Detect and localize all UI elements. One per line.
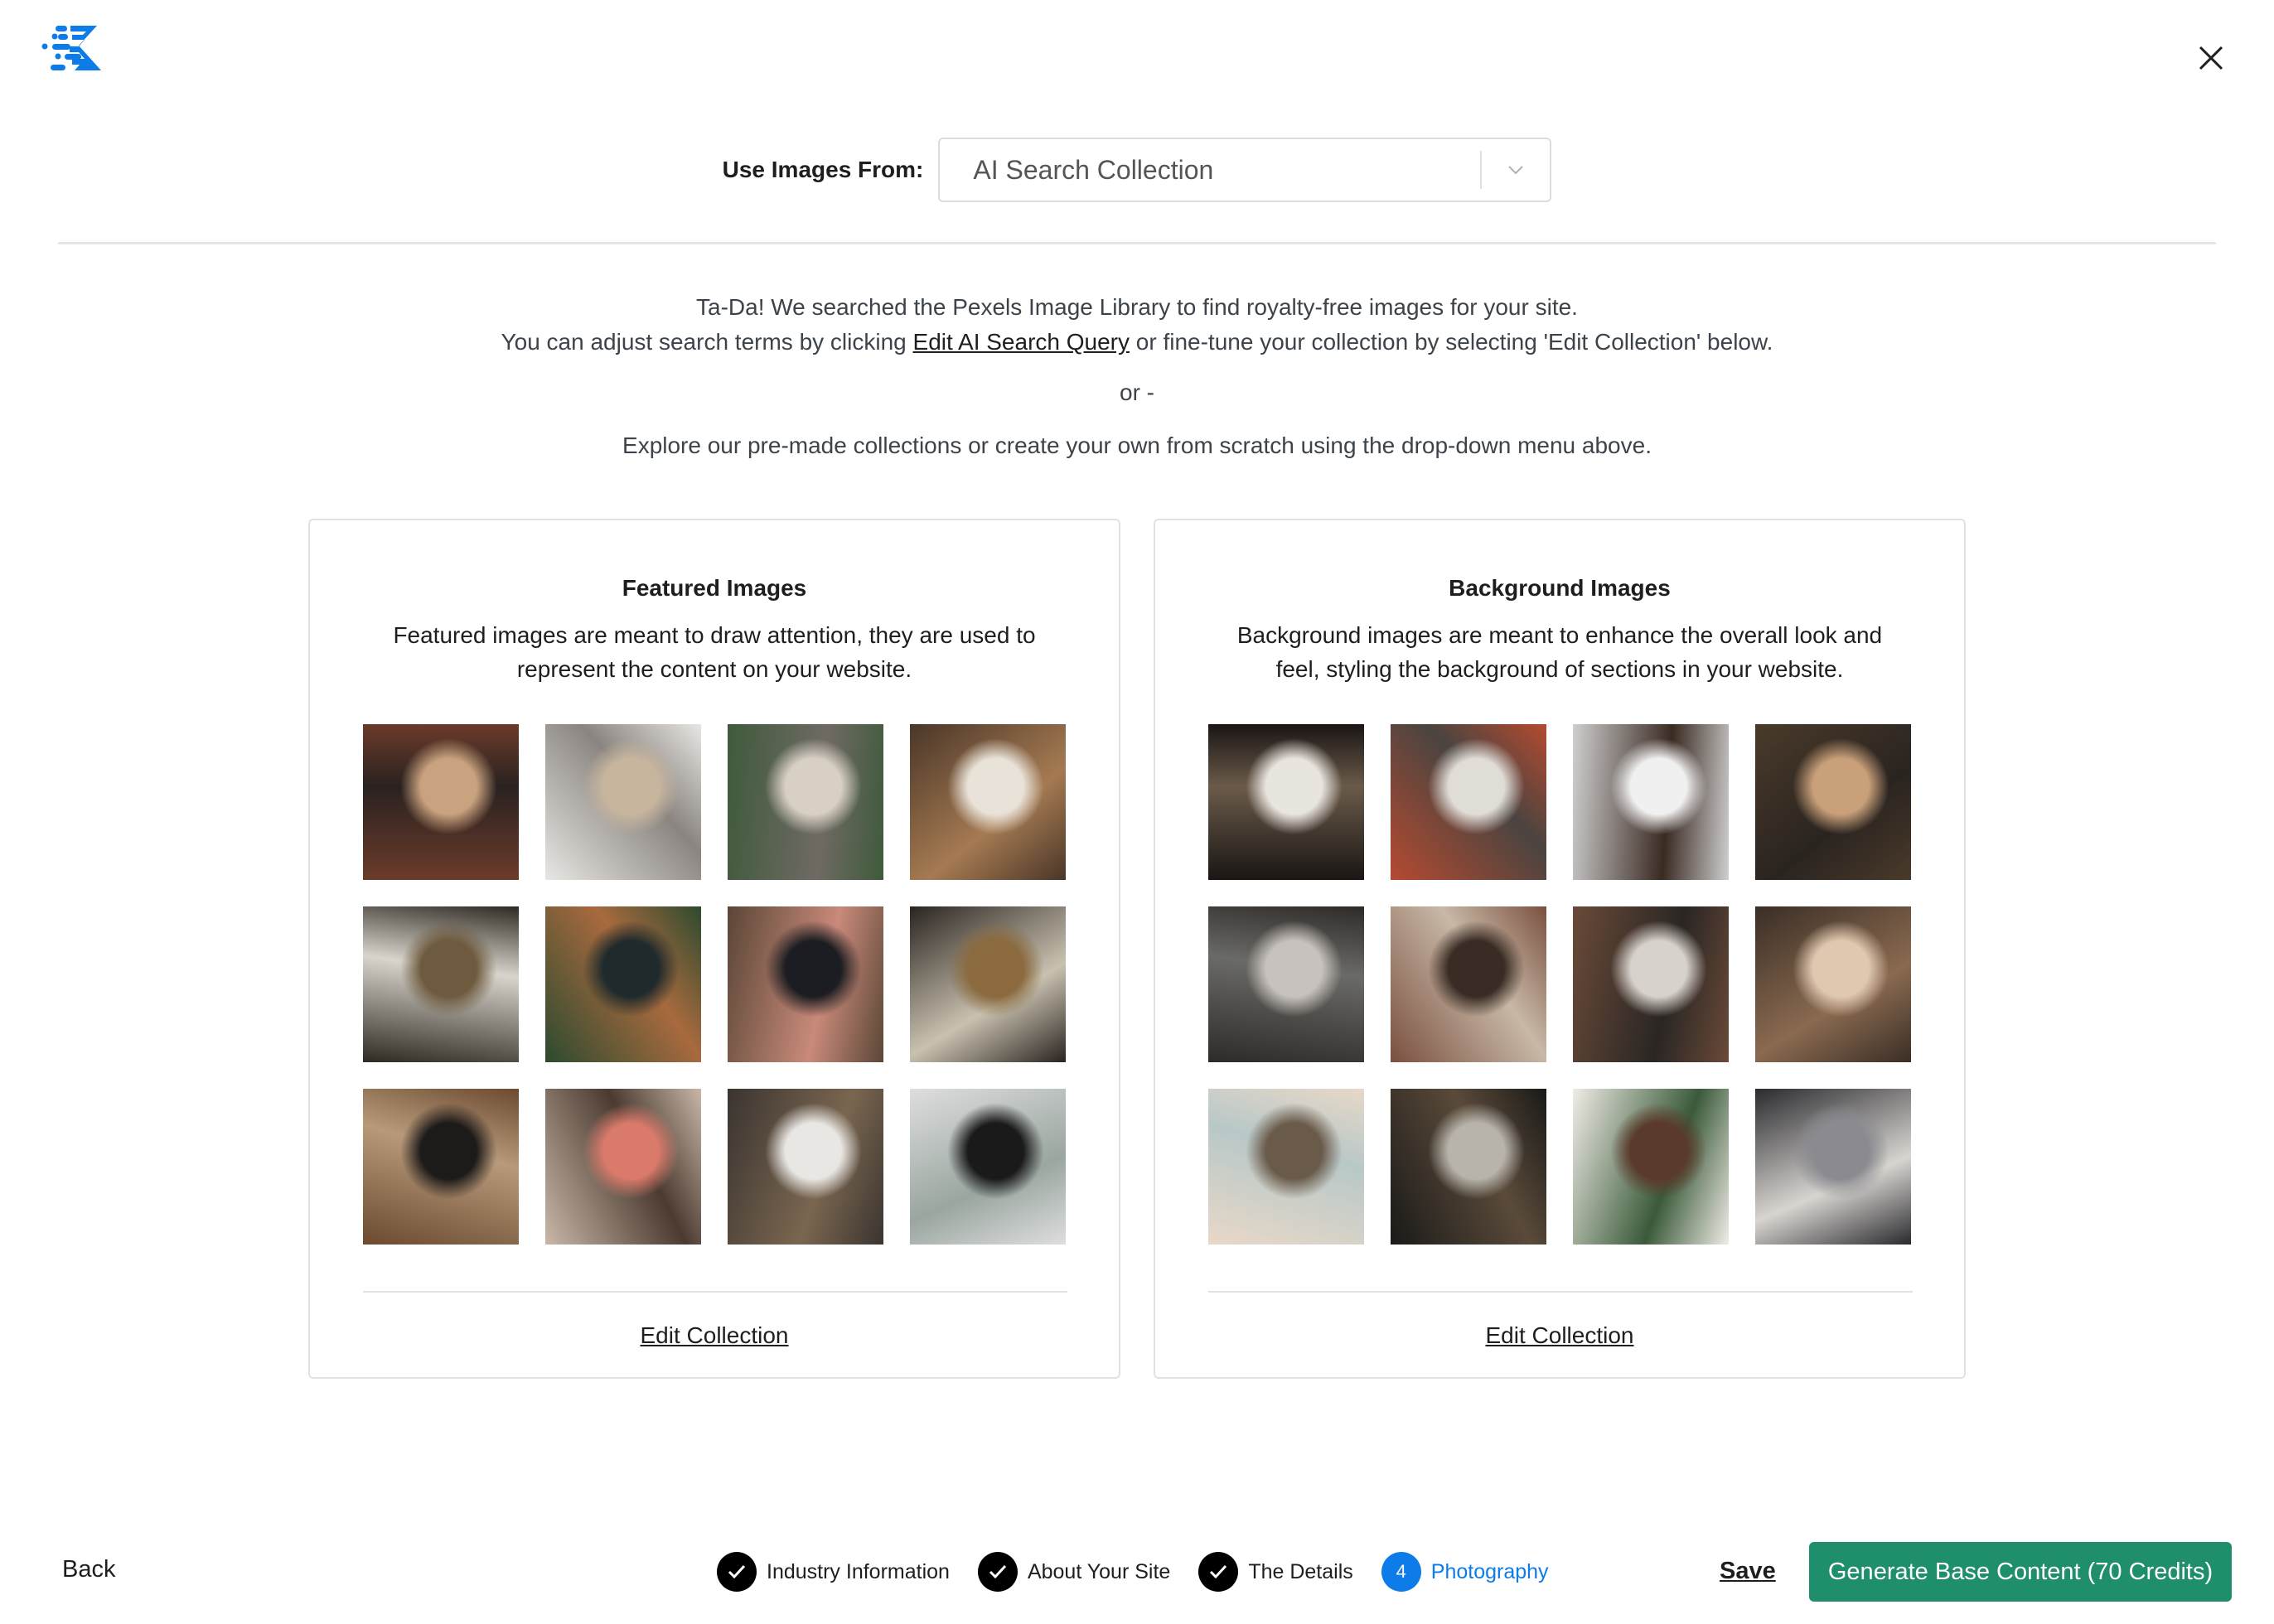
featured-image-thumb[interactable] — [545, 724, 701, 880]
background-image-thumb[interactable] — [1755, 724, 1911, 880]
background-image-thumb[interactable] — [1573, 906, 1729, 1062]
background-image-thumb[interactable] — [1391, 1089, 1546, 1245]
step-label: The Details — [1248, 1559, 1353, 1583]
featured-image-thumb[interactable] — [545, 1089, 701, 1245]
background-edit-collection-link[interactable]: Edit Collection — [1155, 1322, 1964, 1349]
background-image-thumb[interactable] — [1573, 724, 1729, 880]
explore-text: Explore our pre-made collections or crea… — [622, 433, 1652, 458]
image-source-value: AI Search Collection — [973, 154, 1214, 185]
background-image-thumb[interactable] — [1755, 1089, 1911, 1245]
card-divider — [1208, 1291, 1913, 1293]
featured-image-thumb[interactable] — [728, 724, 883, 880]
step-about-your-site[interactable]: About Your Site — [977, 1552, 1171, 1592]
featured-image-thumb[interactable] — [910, 906, 1066, 1062]
check-icon — [977, 1552, 1018, 1592]
step-label: Industry Information — [767, 1559, 950, 1583]
featured-image-thumb[interactable] — [728, 906, 883, 1062]
intro-text: Ta-Da! We searched the Pexels Image Libr… — [0, 290, 2274, 360]
featured-image-thumb[interactable] — [363, 724, 519, 880]
background-image-thumb[interactable] — [1391, 724, 1546, 880]
featured-image-thumb[interactable] — [363, 1089, 519, 1245]
image-source-label: Use Images From: — [722, 157, 924, 182]
background-image-thumb[interactable] — [1208, 1089, 1364, 1245]
intro-line-1: Ta-Da! We searched the Pexels Image Libr… — [696, 294, 1578, 320]
image-source-select[interactable]: AI Search Collection — [938, 138, 1552, 202]
background-images-title: Background Images — [1449, 575, 1671, 601]
check-icon — [1198, 1552, 1239, 1592]
check-icon — [717, 1552, 757, 1592]
featured-image-thumb[interactable] — [910, 724, 1066, 880]
step-label: Photography — [1430, 1559, 1549, 1583]
featured-images-description: Featured images are meant to draw attent… — [393, 622, 1036, 682]
background-images-description: Background images are meant to enhance t… — [1236, 622, 1883, 682]
intro-line-2-after: or fine-tune your collection by selectin… — [1135, 329, 1773, 355]
featured-edit-collection-link[interactable]: Edit Collection — [310, 1322, 1119, 1349]
save-button[interactable]: Save — [1720, 1558, 1776, 1585]
background-image-thumb[interactable] — [1755, 906, 1911, 1062]
step-number-badge: 4 — [1381, 1552, 1421, 1592]
background-image-thumb[interactable] — [1573, 1089, 1729, 1245]
featured-image-thumb[interactable] — [728, 1089, 883, 1245]
featured-image-thumb[interactable] — [910, 1089, 1066, 1245]
back-button[interactable]: Back — [62, 1556, 115, 1583]
background-image-thumb[interactable] — [1208, 906, 1364, 1062]
intro-line-2: You can adjust search terms by clicking … — [0, 325, 2274, 360]
or-separator-text: or - — [1120, 379, 1154, 405]
intro-line-2-before: You can adjust search terms by clicking — [501, 329, 907, 355]
featured-images-card: Featured Images Featured images are mean… — [308, 519, 1120, 1379]
background-image-thumb[interactable] — [1208, 724, 1364, 880]
step-industry-information[interactable]: Industry Information — [717, 1552, 950, 1592]
featured-images-grid — [363, 724, 1067, 1245]
featured-images-title: Featured Images — [622, 575, 807, 601]
close-icon — [2199, 46, 2223, 70]
progress-stepper: Industry Information About Your Site The… — [717, 1551, 1577, 1593]
background-images-grid — [1208, 724, 1913, 1245]
background-images-card: Background Images Background images are … — [1154, 519, 1966, 1379]
step-photography[interactable]: 4 Photography — [1381, 1552, 1549, 1592]
generate-base-content-button[interactable]: Generate Base Content (70 Credits) — [1809, 1542, 2232, 1602]
kadence-logo-icon — [41, 23, 104, 73]
chevron-down-icon — [1482, 164, 1550, 176]
edit-ai-search-query-link[interactable]: Edit AI Search Query — [913, 329, 1130, 355]
header-divider — [58, 242, 2216, 244]
featured-image-thumb[interactable] — [545, 906, 701, 1062]
image-source-row: Use Images From: AI Search Collection — [0, 137, 2274, 203]
step-label: About Your Site — [1027, 1559, 1171, 1583]
step-the-details[interactable]: The Details — [1198, 1552, 1353, 1592]
card-divider — [363, 1291, 1067, 1293]
background-image-thumb[interactable] — [1391, 906, 1546, 1062]
featured-image-thumb[interactable] — [363, 906, 519, 1062]
close-button[interactable] — [2196, 43, 2226, 73]
